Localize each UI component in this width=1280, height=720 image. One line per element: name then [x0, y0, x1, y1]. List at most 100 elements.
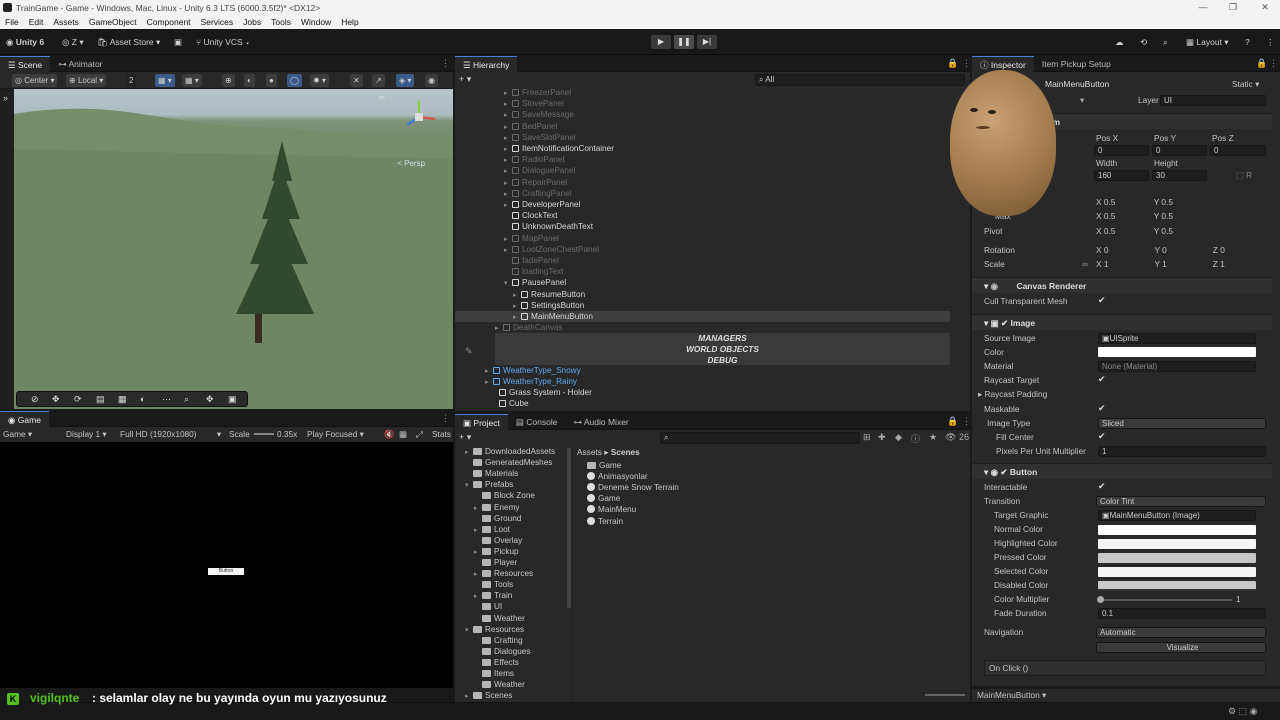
material-field[interactable]: None (Material)	[1098, 361, 1256, 372]
project-folder[interactable]: GeneratedMeshes	[465, 457, 552, 468]
target-graphic-field[interactable]: ▣MainMenuButton (Image)	[1098, 510, 1256, 521]
scale-z[interactable]: 1	[1220, 259, 1225, 269]
pressed-color-swatch[interactable]	[1098, 553, 1256, 563]
project-folder[interactable]: Weather	[474, 613, 525, 624]
display-dropdown[interactable]: Display 1 ▾	[66, 427, 107, 442]
canvas-renderer-header[interactable]: ▾ ◉ Canvas Renderer	[972, 277, 1272, 293]
raycast-padding-label[interactable]: ▸ Raycast Padding	[978, 388, 1047, 401]
custom-tool-icon[interactable]: ⋯	[162, 394, 171, 405]
hierarchy-lock-icon[interactable]: 🔒	[947, 58, 958, 69]
maximize-game-icon[interactable]: ⤢	[416, 427, 423, 442]
maskable-checkbox[interactable]: ✔	[1098, 403, 1106, 414]
tag-dropdown[interactable]: ▾	[1080, 94, 1084, 107]
hierarchy-item[interactable]: ▸ SaveMessage	[504, 109, 574, 120]
project-folder[interactable]: Effects	[474, 657, 519, 668]
expand-arrow-icon[interactable]: ▾	[465, 625, 473, 636]
navigation-dropdown[interactable]: Automatic	[1096, 627, 1266, 638]
scale-slider[interactable]	[254, 433, 274, 435]
posy-field[interactable]: 0	[1152, 145, 1207, 156]
project-folder[interactable]: ▸ Loot	[474, 524, 510, 535]
project-file[interactable]: Terrain	[587, 516, 623, 527]
pivot-dropdown[interactable]: ◎ Center ▾	[12, 74, 58, 87]
expand-arrow-icon[interactable]: ▸	[465, 691, 473, 702]
transform-tool-icon[interactable]: ◐	[140, 394, 145, 404]
tab-scene[interactable]: ☰ Scene	[0, 55, 51, 72]
menu-item-jobs[interactable]: Jobs	[243, 17, 261, 27]
menu-item-window[interactable]: Window	[301, 17, 331, 27]
tab-hierarchy[interactable]: ☰ Hierarchy	[455, 55, 518, 72]
resolution-dropdown[interactable]: Full HD (1920x1080) ▾	[120, 427, 221, 442]
menu-item-gameobject[interactable]: GameObject	[89, 17, 137, 27]
snap-icon[interactable]: ▦ ▾	[155, 74, 175, 87]
pivot-x[interactable]: 0.5	[1104, 226, 1116, 236]
object-name[interactable]: MainMenuButton	[1045, 78, 1109, 91]
gizmos-icon[interactable]: ◈ ▾	[396, 74, 415, 87]
project-folder[interactable]: Weather	[474, 679, 525, 690]
menu-item-assets[interactable]: Assets	[53, 17, 79, 27]
project-lock-icon[interactable]: 🔒	[947, 416, 958, 427]
rot-x[interactable]: 0	[1104, 245, 1109, 255]
hierarchy-more-icon[interactable]: ⋮	[962, 58, 971, 69]
grid-view-icon[interactable]: ▦	[399, 427, 407, 442]
hierarchy-item[interactable]: ▸ SaveSlotPanel	[504, 132, 576, 143]
transition-dropdown[interactable]: Color Tint	[1096, 496, 1266, 507]
pan-tool-icon[interactable]: ✥	[206, 394, 214, 405]
account-button[interactable]: ◉ Unity 6	[6, 35, 44, 49]
shaded-icon[interactable]: ◐	[244, 74, 255, 87]
menu-item-services[interactable]: Services	[201, 17, 234, 27]
hierarchy-item[interactable]: ▸ SettingsButton	[513, 300, 584, 311]
inspector-lock-icon[interactable]: 🔒	[1256, 58, 1267, 69]
hierarchy-item[interactable]: ▸ BedPanel	[504, 121, 558, 132]
project-folder[interactable]: ▸ Scenes	[465, 690, 512, 701]
menu-item-tools[interactable]: Tools	[271, 17, 291, 27]
render-icon[interactable]: ◯	[287, 74, 302, 87]
project-folder[interactable]: ▾ Resources	[465, 624, 524, 635]
sphere-icon[interactable]: ●	[266, 74, 277, 87]
project-search[interactable]: ⌕	[660, 432, 860, 444]
project-folder[interactable]: ▾ Prefabs	[465, 479, 513, 490]
tab-item-pickup[interactable]: Item Pickup Setup	[1034, 56, 1119, 72]
hierarchy-item[interactable]: ▸ WeatherType_Snowy	[485, 365, 581, 376]
asset-store-button[interactable]: 🛍 Asset Store ▾	[97, 35, 160, 49]
hierarchy-item[interactable]: ▸ StovePanel	[504, 98, 564, 109]
info-icon[interactable]: ⓘ	[911, 432, 920, 445]
search-tool-icon[interactable]: ⌕	[184, 394, 189, 405]
play-button[interactable]: ▶	[651, 35, 671, 49]
create-icon[interactable]: + ▾	[459, 74, 471, 85]
search-icon[interactable]: ⌕	[1163, 35, 1168, 49]
hierarchy-item[interactable]: ▸ WeatherType_Rainy	[485, 376, 577, 387]
ppum-field[interactable]: 1	[1098, 446, 1266, 457]
project-folder[interactable]: Overlay	[474, 535, 522, 546]
static-toggle[interactable]: Static ▾	[1232, 78, 1259, 91]
visualize-button[interactable]: Visualize	[1096, 642, 1266, 653]
move-tool-icon[interactable]: ✥	[52, 394, 60, 405]
overlay-toggle-icon[interactable]: »	[3, 93, 8, 103]
hierarchy-item[interactable]: ▾ PausePanel	[504, 277, 566, 288]
color-multiplier-thumb[interactable]	[1097, 596, 1104, 603]
breadcrumb-assets[interactable]: Assets	[577, 447, 602, 457]
close-icon[interactable]: ✕	[1250, 0, 1280, 15]
hidden-count-icon[interactable]: 👁 26	[945, 432, 969, 443]
tab-console[interactable]: ▤ Console	[508, 414, 566, 430]
hierarchy-item[interactable]: ▸ CraftingPanel	[504, 188, 572, 199]
posx-field[interactable]: 0	[1094, 145, 1149, 156]
zoom-slider[interactable]	[925, 694, 965, 696]
tab-game[interactable]: ◉ Game	[0, 410, 49, 427]
step-button[interactable]: ▶|	[697, 35, 717, 49]
history-icon[interactable]: ⟲	[1140, 35, 1147, 49]
image-type-dropdown[interactable]: Sliced	[1098, 418, 1266, 429]
game-viewport[interactable]: Button	[0, 442, 453, 688]
hierarchy-item[interactable]: ClockText	[504, 210, 558, 221]
package-icon[interactable]: ▣	[174, 35, 182, 49]
game-button[interactable]: Button	[208, 568, 244, 575]
play-focused-dropdown[interactable]: Play Focused ▾	[307, 427, 364, 442]
menu-item-edit[interactable]: Edit	[29, 17, 44, 27]
tag-icon[interactable]: ◆	[895, 432, 902, 443]
inspector-more-icon[interactable]: ⋮	[1269, 58, 1278, 69]
stats-button[interactable]: Stats	[432, 427, 451, 442]
hierarchy-item[interactable]: fadePanel	[504, 255, 559, 266]
persp-label[interactable]: < Persp	[397, 159, 425, 168]
scale-y[interactable]: 1	[1162, 259, 1167, 269]
maximize-icon[interactable]: ❐	[1218, 0, 1248, 15]
orientation-gizmo[interactable]	[399, 97, 439, 137]
